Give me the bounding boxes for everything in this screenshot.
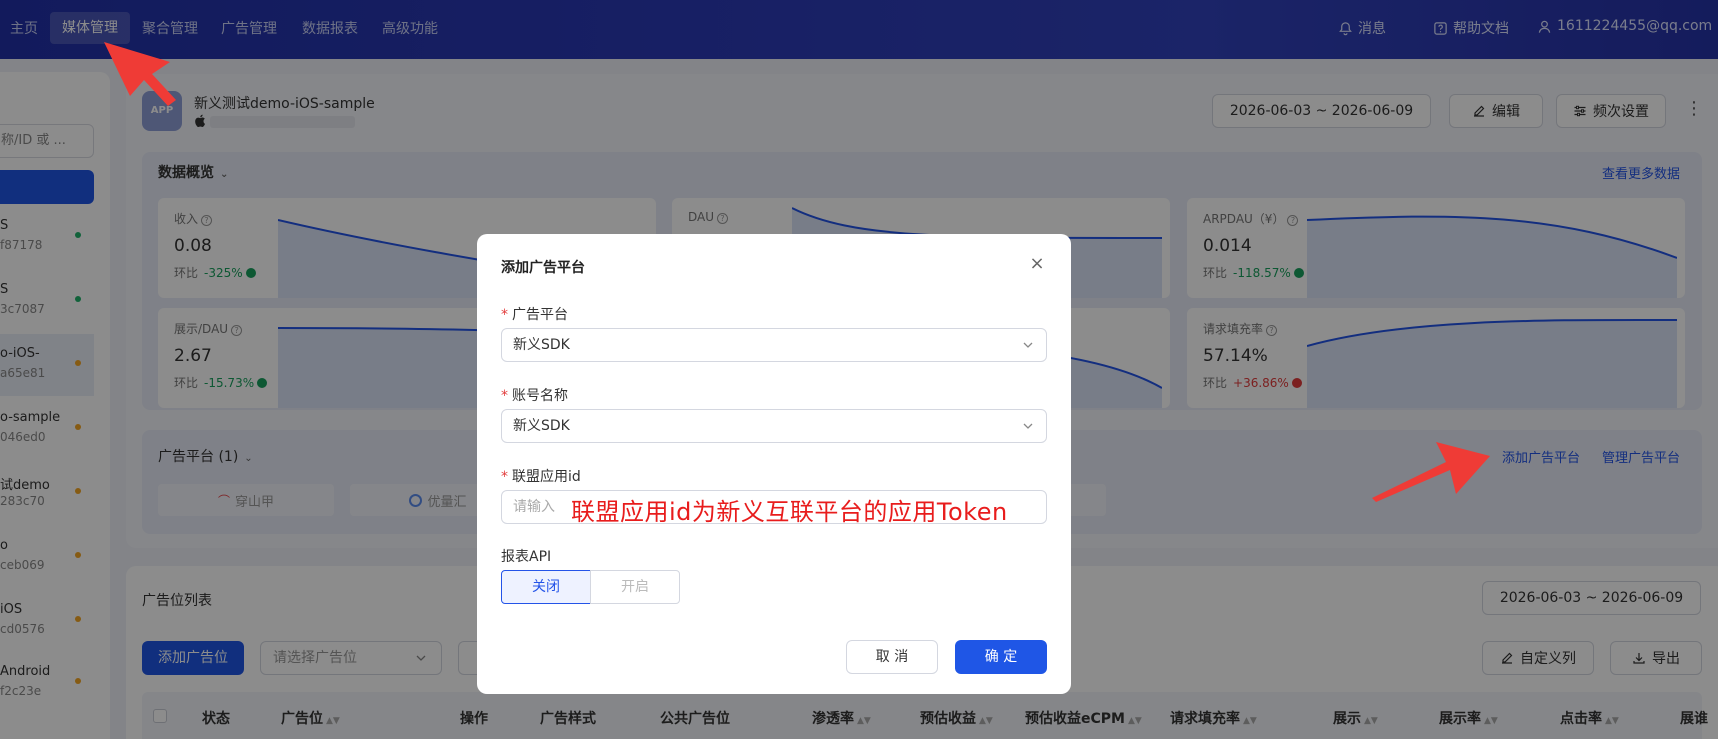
appid-field-label: * 联盟应用id [501, 469, 581, 485]
required-mark: * [501, 469, 508, 485]
platform-select-value: 新义SDK [513, 337, 570, 353]
appid-input-placeholder: 请输入 [513, 499, 555, 515]
platform-select[interactable]: 新义SDK [501, 328, 1047, 362]
add-ad-platform-dialog: 添加广告平台 × * 广告平台 新义SDK * 账号名称 新义SDK * 联盟应用id… [477, 234, 1071, 694]
cancel-button[interactable]: 取 消 [846, 640, 938, 674]
account-select-value: 新义SDK [513, 418, 570, 434]
chevron-down-icon [1023, 423, 1033, 429]
confirm-button[interactable]: 确 定 [955, 640, 1047, 674]
required-mark: * [501, 388, 508, 404]
chevron-down-icon [1023, 342, 1033, 348]
report-api-label: 报表API [501, 549, 552, 565]
platform-field-label: * 广告平台 [501, 307, 568, 323]
report-api-on-toggle[interactable]: 开启 [590, 570, 680, 604]
account-field-label: * 账号名称 [501, 388, 568, 404]
account-select[interactable]: 新义SDK [501, 409, 1047, 443]
annotation-text: 联盟应用id为新义互联平台的应用Token [571, 498, 1008, 526]
dialog-title: 添加广告平台 [501, 260, 585, 276]
close-icon[interactable]: × [1027, 254, 1047, 274]
required-mark: * [501, 307, 508, 323]
report-api-off-toggle[interactable]: 关闭 [501, 570, 591, 604]
